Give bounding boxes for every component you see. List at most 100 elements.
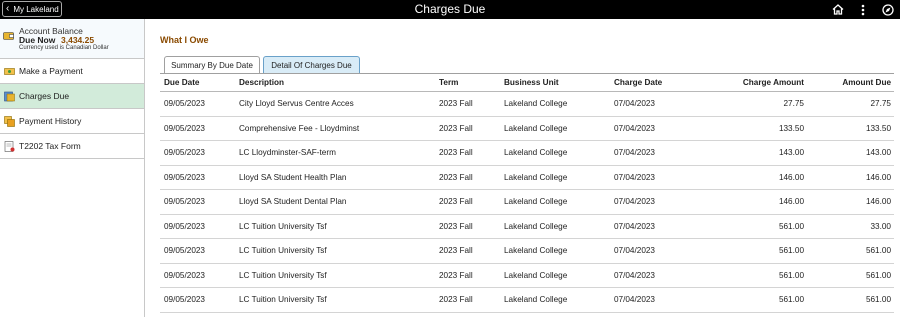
sidebar-item-make-payment[interactable]: Make a Payment: [0, 59, 144, 84]
business-unit-cell: Lakeland College: [504, 172, 568, 182]
table-row: 09/05/2023 LC Tuition University Tsf 2023 …: [160, 239, 894, 264]
charge-amount-cell: 146.00: [778, 172, 804, 182]
charge-date-cell: 07/04/2023: [614, 270, 655, 280]
column-header-charge-date[interactable]: Charge Date: [614, 78, 662, 87]
table-row: 09/05/2023 LC Tuition University Tsf 2023 …: [160, 264, 894, 288]
amount-due-cell: 146.00: [865, 172, 891, 182]
charge-date-cell: 07/04/2023: [614, 99, 655, 109]
due-date-cell: 09/05/2023: [164, 123, 205, 133]
tab-bar: Summary By Due Date Detail Of Charges Du…: [164, 56, 360, 73]
top-icons: [825, 0, 900, 19]
table-row: 09/05/2023 LC Tuition University Tsf 2023 …: [160, 288, 894, 313]
currency-note: Currency used is Canadian Dollar: [19, 45, 109, 51]
term-cell: 2023 Fall: [439, 123, 473, 133]
navbar-compass-icon[interactable]: [875, 0, 900, 19]
sidebar-item-label: Make a Payment: [19, 66, 83, 76]
charge-amount-cell: 27.75: [783, 99, 805, 109]
column-header-business-unit[interactable]: Business Unit: [504, 78, 559, 87]
column-header-term[interactable]: Term: [439, 78, 458, 87]
due-now-label: Due Now: [19, 35, 56, 45]
sidebar-item-payment-history[interactable]: Payment History: [0, 109, 144, 134]
description-cell: LC Tuition University Tsf: [239, 246, 327, 256]
term-cell: 2023 Fall: [439, 99, 473, 109]
charge-date-cell: 07/04/2023: [614, 197, 655, 207]
charge-amount-cell: 561.00: [778, 221, 804, 231]
amount-due-cell: 561.00: [865, 295, 891, 305]
page-title: Charges Due: [414, 2, 486, 16]
main-content: What I Owe Summary By Due Date Detail Of…: [146, 19, 900, 317]
table-row: 09/05/2023 City Lloyd Servus Centre Acces…: [160, 92, 894, 117]
wallet-icon: [3, 32, 14, 40]
section-heading: What I Owe: [160, 35, 209, 45]
due-date-cell: 09/05/2023: [164, 221, 205, 231]
due-date-cell: 09/05/2023: [164, 172, 205, 182]
term-cell: 2023 Fall: [439, 172, 473, 182]
payment-icon: [4, 67, 15, 75]
table-row: 09/05/2023 Lloyd SA Student Dental Plan 20…: [160, 190, 894, 215]
account-balance[interactable]: Account Balance Due Now 3,434.25 Currenc…: [0, 19, 144, 59]
table-body: 09/05/2023 City Lloyd Servus Centre Acces…: [160, 92, 894, 313]
sidebar-item-label: T2202 Tax Form: [19, 141, 81, 151]
sidebar-item-label: Payment History: [19, 116, 82, 126]
due-now-amount: 3,434.25: [61, 35, 95, 45]
description-cell: LC Tuition University Tsf: [239, 295, 327, 305]
sidebar-item-charges-due[interactable]: Charges Due: [0, 84, 144, 109]
due-date-cell: 09/05/2023: [164, 99, 205, 109]
home-icon[interactable]: [825, 0, 850, 19]
description-cell: Lloyd SA Student Health Plan: [239, 172, 347, 182]
table-row: 09/05/2023 LC Lloydminster-SAF-term 2023 F…: [160, 141, 894, 166]
term-cell: 2023 Fall: [439, 221, 473, 231]
sidebar: Account Balance Due Now 3,434.25 Currenc…: [0, 19, 145, 317]
business-unit-cell: Lakeland College: [504, 197, 568, 207]
description-cell: LC Tuition University Tsf: [239, 221, 327, 231]
tax-form-icon: [4, 140, 15, 152]
charge-date-cell: 07/04/2023: [614, 295, 655, 305]
table-row: 09/05/2023 Comprehensive Fee - Lloydminst…: [160, 117, 894, 141]
amount-due-cell: 33.00: [870, 221, 892, 231]
table-row: 09/05/2023 LC Tuition University Tsf 2023 …: [160, 215, 894, 239]
sidebar-item-t2202-tax-form[interactable]: T2202 Tax Form: [0, 134, 144, 159]
term-cell: 2023 Fall: [439, 295, 473, 305]
column-header-amount-due[interactable]: Amount Due: [842, 78, 891, 87]
amount-due-cell: 133.50: [865, 123, 891, 133]
business-unit-cell: Lakeland College: [504, 270, 568, 280]
charge-amount-cell: 561.00: [778, 295, 804, 305]
charge-amount-cell: 133.50: [778, 123, 804, 133]
more-options-icon[interactable]: [850, 0, 875, 19]
column-header-charge-amount[interactable]: Charge Amount: [743, 78, 804, 87]
description-cell: City Lloyd Servus Centre Acces: [239, 99, 354, 109]
tab-detail-of-charges-due[interactable]: Detail Of Charges Due: [263, 56, 360, 73]
amount-due-cell: 27.75: [870, 99, 892, 109]
charge-date-cell: 07/04/2023: [614, 172, 655, 182]
charge-date-cell: 07/04/2023: [614, 123, 655, 133]
due-date-cell: 09/05/2023: [164, 270, 205, 280]
table-row: 09/05/2023 Lloyd SA Student Health Plan 20…: [160, 166, 894, 190]
due-date-cell: 09/05/2023: [164, 246, 205, 256]
amount-due-cell: 561.00: [865, 270, 891, 280]
due-date-cell: 09/05/2023: [164, 197, 205, 207]
column-header-due-date[interactable]: Due Date: [164, 78, 200, 87]
top-bar: ‹ My Lakeland Charges Due: [0, 0, 900, 19]
due-date-cell: 09/05/2023: [164, 295, 205, 305]
charge-amount-cell: 143.00: [778, 148, 804, 158]
business-unit-cell: Lakeland College: [504, 246, 568, 256]
history-icon: [4, 115, 15, 127]
amount-due-cell: 146.00: [865, 197, 891, 207]
description-cell: Comprehensive Fee - Lloydminst: [239, 123, 360, 133]
term-cell: 2023 Fall: [439, 270, 473, 280]
column-header-description[interactable]: Description: [239, 78, 284, 87]
description-cell: LC Lloydminster-SAF-term: [239, 148, 336, 158]
charge-amount-cell: 561.00: [778, 270, 804, 280]
business-unit-cell: Lakeland College: [504, 148, 568, 158]
description-cell: LC Tuition University Tsf: [239, 270, 327, 280]
business-unit-cell: Lakeland College: [504, 99, 568, 109]
amount-due-cell: 561.00: [865, 246, 891, 256]
tab-summary-by-due-date[interactable]: Summary By Due Date: [164, 56, 260, 73]
term-cell: 2023 Fall: [439, 148, 473, 158]
table-header: Due Date Description Term Business Unit …: [160, 74, 894, 92]
charge-date-cell: 07/04/2023: [614, 246, 655, 256]
business-unit-cell: Lakeland College: [504, 295, 568, 305]
amount-due-cell: 143.00: [865, 148, 891, 158]
business-unit-cell: Lakeland College: [504, 123, 568, 133]
business-unit-cell: Lakeland College: [504, 221, 568, 231]
